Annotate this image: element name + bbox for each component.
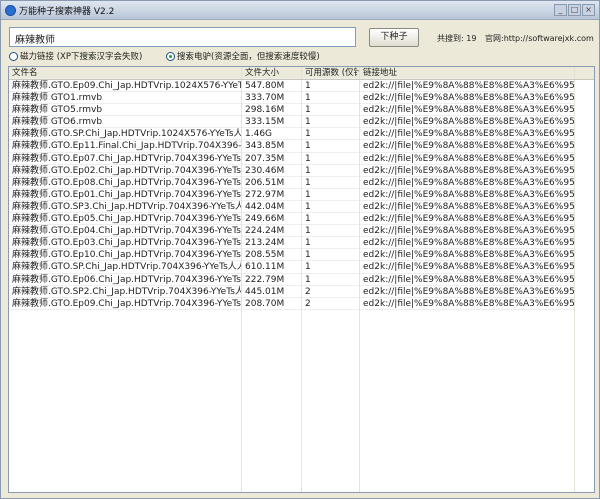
search-input[interactable]: 麻辣教师 [9, 27, 356, 47]
window-title: 万能种子搜索神器 V2.2 [19, 6, 115, 17]
app-icon [5, 4, 16, 16]
radio-ed2k[interactable]: 搜索电驴(资源全面，但搜索速度较慢) [166, 50, 320, 62]
table-body: 麻辣教师.GTO.Ep09.Chi_Jap.HDTVrip.1024X576-Y… [9, 80, 594, 492]
column-header-filename[interactable]: 文件名 [9, 67, 242, 79]
results-table: 文件名 文件大小 可用源数 (仅针对 链接地址 麻辣教师.GTO.Ep09.Ch… [8, 66, 595, 493]
result-count: 共搜到: 19 [437, 34, 477, 43]
title-bar: 万能种子搜索神器 V2.2 _ □ × [1, 1, 599, 20]
column-divider [9, 80, 575, 492]
radio-label: 搜索电驴(资源全面，但搜索速度较慢) [177, 52, 320, 62]
column-header-link[interactable]: 链接地址 [360, 67, 575, 79]
table-header: 文件名 文件大小 可用源数 (仅针对 链接地址 [9, 67, 594, 80]
radio-selected-icon [166, 51, 175, 61]
website-link[interactable]: 官网:http://softwarejxk.com [485, 33, 594, 44]
radio-circle-icon [9, 51, 18, 61]
minimize-button[interactable]: _ [554, 4, 567, 16]
search-button[interactable]: 下种子 [369, 28, 419, 47]
close-button[interactable]: × [582, 4, 595, 16]
maximize-button[interactable]: □ [568, 4, 581, 16]
column-header-sources[interactable]: 可用源数 (仅针对 [302, 67, 360, 79]
app-window: 万能种子搜索神器 V2.2 _ □ × 麻辣教师 下种子 共搜到: 19 官网:… [0, 0, 600, 499]
radio-label: 磁力链接 (XP下搜索汉字会失败) [20, 52, 143, 62]
column-header-size[interactable]: 文件大小 [242, 67, 302, 79]
radio-magnet[interactable]: 磁力链接 (XP下搜索汉字会失败) [9, 50, 142, 62]
